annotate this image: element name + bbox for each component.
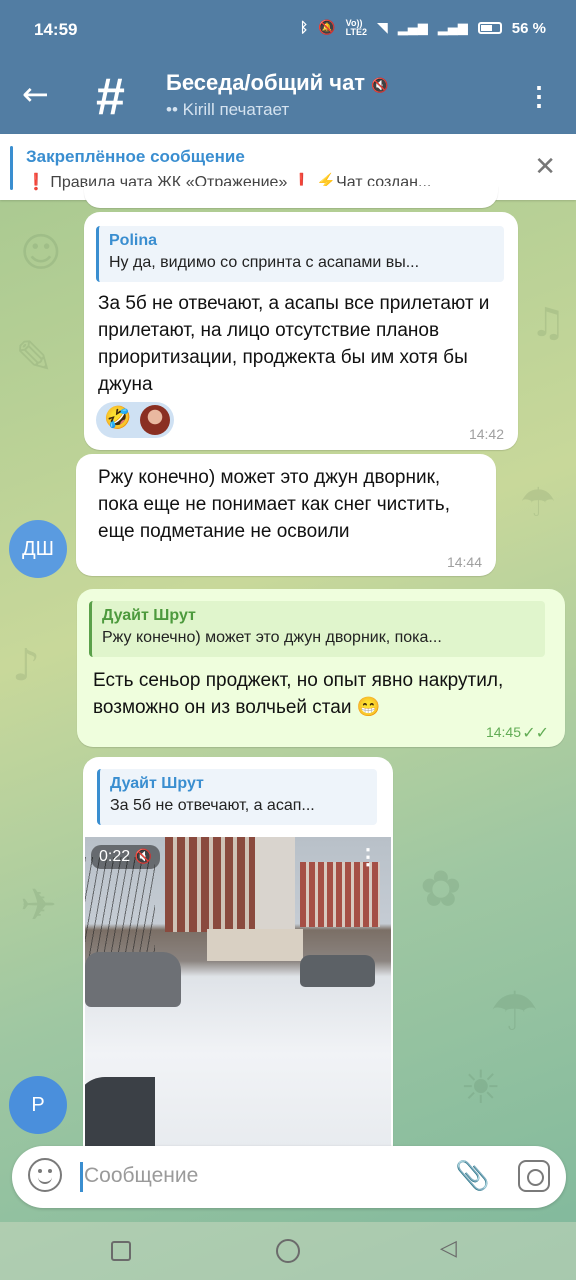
reply-text: Ну да, видимо со спринта с асапами вы... [109,254,420,271]
video-thumbnail[interactable]: 0:22 🔇 ⋮ [85,837,391,1147]
video-duration: 0:22 [99,848,131,865]
reply-quote[interactable]: Polina Ну да, видимо со спринта с асапам… [96,226,504,282]
bluetooth-icon: ᛒ [299,20,309,36]
reaction-emoji: 🤣 [104,406,132,431]
message-time: 14:42 [468,426,504,442]
battery-icon [477,22,502,34]
video-scene [207,929,303,961]
doodle-icon: ✎ [15,330,54,384]
more-vert-icon[interactable]: ⋮ [357,846,379,868]
doodle-icon: ✿ [420,860,462,918]
video-duration-badge[interactable]: 0:22 🔇 [91,845,161,869]
system-nav-bar: ◁ [0,1222,576,1280]
reply-text: Ржу конечно) может это джун дворник, пок… [102,629,442,646]
message-time: 14:45 [485,724,521,740]
recents-icon[interactable] [111,1241,131,1261]
more-vert-icon[interactable]: ⋮ [526,78,552,114]
video-scene [165,837,255,932]
mute-status-icon: 🔕 [318,20,336,36]
video-scene [85,857,155,967]
message-input[interactable]: Сообщение [84,1164,198,1188]
message-text: За 5б не отвечают, а асапы все прилетают… [98,293,490,395]
close-icon[interactable]: ✕ [534,152,556,182]
volume-off-icon: 🔇 [134,849,153,865]
avatar[interactable]: Р [9,1076,67,1134]
message-text: Есть сеньор проджект, но опыт явно накру… [93,670,504,718]
chat-title[interactable]: Беседа/общий чат 🔇 [166,70,389,96]
camera-icon[interactable] [518,1160,550,1192]
reply-author: Дуайт Шрут [110,775,204,792]
battery-level: 56 % [511,19,546,37]
volte-icon: Vo)) LTE2 [345,18,368,37]
back-arrow-icon[interactable]: ← [22,76,49,112]
message-bubble[interactable]: Ржу конечно) может это джун дворник, пок… [76,454,496,576]
doodle-icon: ♪ [12,640,41,691]
avatar[interactable]: ДШ [9,520,67,578]
reactor-avatar [140,405,170,435]
message-bubble-fragment [84,186,498,208]
double-check-icon: ✓✓ [522,723,549,742]
reply-quote[interactable]: Дуайт Шрут За 5б не отвечают, а асап... [97,769,377,825]
message-composer: Сообщение 📎 [12,1146,566,1208]
status-icons: ᛒ 🔕 Vo)) LTE2 ◥ ▂▄▆ ▂▄▆ 56 % [300,19,546,37]
message-bubble-outgoing[interactable]: Дуайт Шрут Ржу конечно) может это джун д… [77,589,565,747]
pinned-label: Закреплённое сообщение [26,147,245,166]
video-scene [300,955,375,987]
doodle-icon: ✈ [20,880,57,931]
video-scene [85,1077,155,1147]
message-time: 14:44 [446,554,482,570]
hash-icon: # [96,68,125,126]
reply-author: Дуайт Шрут [102,607,196,624]
video-scene [255,837,295,929]
message-text: Ржу конечно) может это джун дворник, пок… [98,467,450,542]
smile-icon[interactable] [28,1158,62,1192]
paperclip-icon[interactable]: 📎 [455,1159,490,1192]
doodle-icon: ☂ [520,480,556,526]
pinned-indicator [10,146,13,190]
muted-icon: 🔇 [371,78,389,94]
text-caret [80,1162,83,1192]
chat-subtitle: •• Kirill печатает [166,100,290,119]
reply-quote[interactable]: Дуайт Шрут Ржу конечно) может это джун д… [89,601,545,657]
chat-title-text: Беседа/общий чат [166,70,366,95]
reply-text: За 5б не отвечают, а асап... [110,797,315,814]
doodle-icon: ♫ [530,300,566,346]
signal-icon: ▂▄▆ [397,20,428,36]
back-icon[interactable]: ◁ [440,1236,457,1261]
reply-author: Polina [109,232,158,249]
wifi-icon: ◥ [377,20,388,36]
status-bar: 14:59 ᛒ 🔕 Vo)) LTE2 ◥ ▂▄▆ ▂▄▆ 56 % [0,0,576,60]
doodle-icon: ☂ [490,980,539,1043]
chat-header: ← # Беседа/общий чат 🔇 •• Kirill печатает… [0,60,576,134]
reaction-chip[interactable]: 🤣 [96,402,174,438]
signal-icon-2: ▂▄▆ [437,20,468,36]
doodle-icon: ☺ [20,230,62,276]
home-icon[interactable] [276,1239,300,1263]
status-time: 14:59 [34,20,78,39]
video-scene [85,952,181,1007]
doodle-icon: ☀ [460,1060,502,1114]
video-scene [300,862,380,927]
